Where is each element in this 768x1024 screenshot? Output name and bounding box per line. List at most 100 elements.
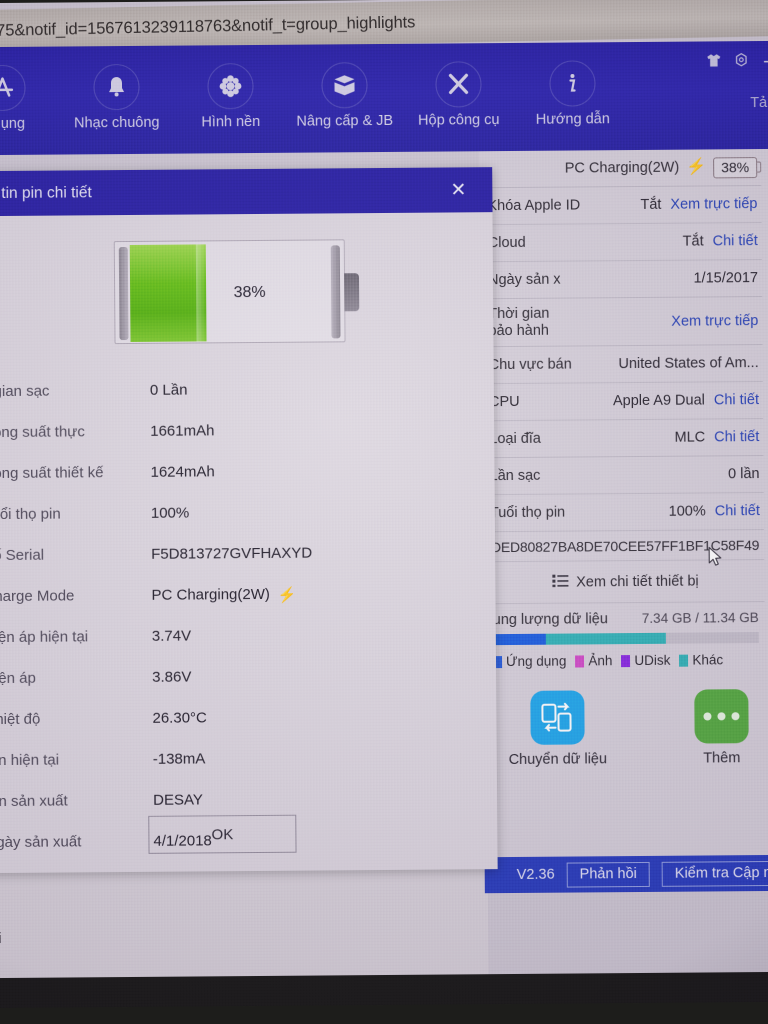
battery-detail-dialog: g tin pin chi tiết ✕ 38% T.gian sạc 0 Lầ… <box>0 167 498 874</box>
nav-label: Hình nền <box>201 113 261 131</box>
screen-surface: 475&notif_id=1567613239118763&notif_t=gr… <box>0 0 768 1009</box>
legend-item-udisk: UDisk <box>621 653 670 668</box>
legend-swatch <box>679 654 689 667</box>
row-value: MLC <box>674 429 706 446</box>
row-cpu[interactable]: CPU Apple A9 Dual Chi tiết <box>484 382 764 422</box>
transfer-data-icon <box>530 690 585 745</box>
detail-value: 3.86V <box>152 668 192 686</box>
nav-item-nang-cap-jb[interactable]: Nâng cấp & JB <box>287 62 402 130</box>
storage-seg-apps <box>492 633 547 646</box>
legend-label: Ứng dụng <box>505 653 567 670</box>
nav-item-hinh-nen[interactable]: Hình nền <box>173 63 288 131</box>
row-ngay-san-xuat: Ngày sản x 1/15/2017 <box>483 260 763 300</box>
battery-detail-rows: T.gian sạc 0 Lần Công suất thực 1661mAh … <box>0 367 498 863</box>
detail-key: Điện áp hiện tại <box>0 628 89 647</box>
row-tuoi-tho-pin[interactable]: Tuổi thọ pin 100% Chi tiết <box>485 493 765 533</box>
detail-row-tgian-sac: T.gian sạc 0 Lần <box>0 367 494 412</box>
dialog-title-bar: g tin pin chi tiết ✕ <box>0 167 493 217</box>
nav-label: g dụng <box>0 115 26 133</box>
row-link[interactable]: Chi tiết <box>714 392 759 408</box>
nav-item-hop-cong-cu[interactable]: Hộp công cụ <box>401 61 516 129</box>
bell-icon <box>93 63 140 111</box>
detail-value: PC Charging(2W) ⚡ <box>151 585 296 604</box>
row-label: Thời gian bảo hành <box>488 305 550 339</box>
storage-bar <box>492 632 759 646</box>
storage-seg-other <box>546 632 666 645</box>
nav-items: g dụng Nhạc chuông Hình nền <box>0 60 630 132</box>
detail-row-charge-mode: Charge Mode PC Charging(2W) ⚡ <box>0 572 496 617</box>
row-label: Khóa Apple ID <box>487 197 581 215</box>
device-detail-label: Xem chi tiết thiết bị <box>576 573 699 590</box>
flower-icon <box>207 63 254 110</box>
device-info-panel: PC Charging(2W) ⚡ 38% Khóa Apple ID Tắt … <box>479 148 768 858</box>
nav-item-nhac-chuong[interactable]: Nhạc chuông <box>59 63 174 132</box>
tile-chuyen-du-lieu[interactable]: Chuyển dữ liệu <box>508 690 608 769</box>
row-label: Ngày sản x <box>487 271 561 289</box>
tile-them[interactable]: Thêm <box>677 689 766 767</box>
detail-value: 26.30°C <box>152 709 207 727</box>
detail-row-dien-ap: Điện áp 3.86V <box>0 654 496 699</box>
legend-swatch <box>621 654 631 667</box>
battery-cap-right <box>330 245 340 339</box>
charge-status-row: PC Charging(2W) ⚡ 38% <box>483 149 762 189</box>
storage-capacity: 7.34 GB / 11.34 GB <box>641 610 759 626</box>
row-thoi-gian-bao-hanh[interactable]: Thời gian bảo hành Xem trực tiếp <box>484 297 763 348</box>
quick-action-tiles: Chuyển dữ liệu Thêm <box>487 689 766 768</box>
storage-section: ung lượng dữ liệu 7.34 GB / 11.34 GB Ứng… <box>487 602 766 673</box>
detail-row-nhiet-do: Nhiệt độ 26.30°C <box>0 695 497 740</box>
row-label: Loại đĩa <box>489 430 541 448</box>
nav-label: Nhạc chuông <box>74 114 160 132</box>
device-udid: DED80827BA8DE70CEE57FF1BF1C58F49 <box>486 530 765 563</box>
row-value: 100% <box>668 503 706 520</box>
close-icon[interactable]: ✕ <box>450 179 466 200</box>
info-icon <box>549 60 596 107</box>
nav-download-label[interactable]: Tải v <box>750 95 768 111</box>
row-loai-dia[interactable]: Loại đĩa MLC Chi tiết <box>485 419 764 459</box>
legend-item-anh: Ảnh <box>575 653 612 668</box>
row-cloud[interactable]: Cloud Tắt Chi tiết <box>483 223 762 263</box>
battery-fill <box>129 244 207 342</box>
legend-label: UDisk <box>634 652 671 669</box>
row-link[interactable]: Chi tiết <box>715 503 760 519</box>
more-dots-icon <box>694 689 749 744</box>
row-value: Tắt <box>682 233 704 250</box>
app-navigation-bar: g dụng Nhạc chuông Hình nền <box>0 40 768 156</box>
ok-button[interactable]: OK <box>148 814 297 854</box>
row-label: Chu vực bán <box>488 356 572 374</box>
detail-key: Công suất thiết kế <box>0 464 104 483</box>
detail-key: T.gian sạc <box>0 382 50 401</box>
detail-key: Điện áp <box>0 669 36 688</box>
detail-row-so-serial: Số Serial F5D813727GVFHAXYD <box>0 531 495 576</box>
legend-item-ung-dung: Ứng dụng <box>492 653 567 670</box>
gear-icon[interactable] <box>734 53 748 67</box>
row-link[interactable]: Chi tiết <box>713 233 758 249</box>
detail-row-cong-suat-thiet-ke: Công suất thiết kế 1624mAh <box>0 449 495 494</box>
battery-percent-text: 38% <box>233 283 266 302</box>
nav-item-huong-dan[interactable]: Hướng dẫn <box>515 60 630 128</box>
row-link[interactable]: Xem trực tiếp <box>671 313 758 330</box>
window-tools <box>706 53 768 68</box>
battery-percent-badge: 38% <box>713 156 758 178</box>
check-update-button[interactable]: Kiểm tra Cập n <box>661 860 768 887</box>
device-detail-link-row[interactable]: Xem chi tiết thiết bị <box>486 560 765 605</box>
row-value: Tắt <box>640 196 662 213</box>
nav-item-ung-dung[interactable]: g dụng <box>0 64 60 133</box>
detail-key: Pin sản xuất <box>0 792 68 811</box>
charge-status-text: PC Charging(2W) <box>564 159 680 177</box>
row-lan-sac: Lần sạc 0 lần <box>485 456 764 496</box>
skin-icon[interactable] <box>706 53 721 67</box>
bolt-icon: ⚡ <box>686 158 707 176</box>
row-link[interactable]: Chi tiết <box>714 429 759 445</box>
battery-terminal <box>343 273 359 312</box>
bolt-icon: ⚡ <box>277 586 297 604</box>
detail-value: 0 Lần <box>149 381 188 399</box>
row-value: Apple A9 Dual <box>612 392 705 410</box>
tile-label: Chuyển dữ liệu <box>508 751 608 769</box>
row-value: 0 lần <box>728 466 760 483</box>
row-link[interactable]: Xem trực tiếp <box>670 196 757 213</box>
detail-key: Nhiệt độ <box>0 710 41 729</box>
minimize-icon[interactable] <box>761 53 768 67</box>
detail-key: Charge Mode <box>0 587 75 606</box>
row-khoa-apple-id[interactable]: Khóa Apple ID Tắt Xem trực tiếp <box>483 186 762 226</box>
feedback-button[interactable]: Phản hồi <box>566 861 650 888</box>
